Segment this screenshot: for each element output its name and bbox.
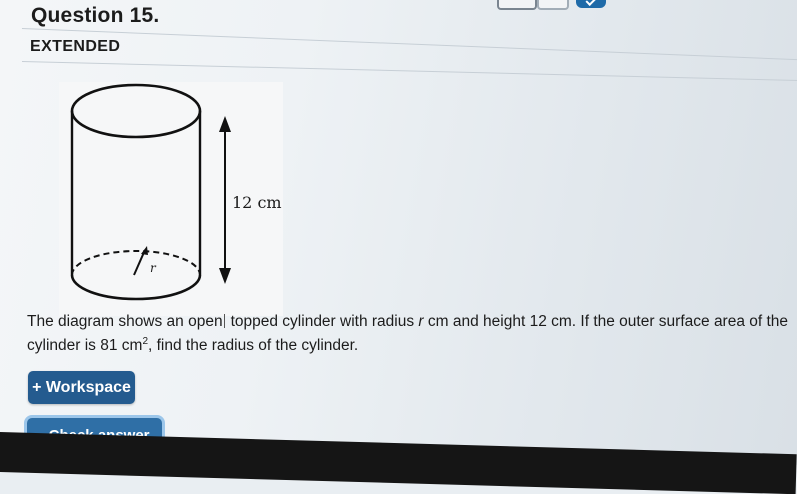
radius-arrowhead <box>141 246 148 255</box>
difficulty-tag: EXTENDED <box>30 38 121 55</box>
question-text-part: cm and height 12 cm. If the outer surfac… <box>423 313 789 330</box>
question-text-part: cylinder is 81 cm <box>27 337 143 355</box>
toolbar-box[interactable] <box>537 0 569 10</box>
checkmark-icon[interactable] <box>576 0 606 8</box>
question-text: The diagram shows an open topped cylinder… <box>27 312 797 356</box>
question-text-part: topped cylinder with radius <box>230 313 419 330</box>
question-line-1: The diagram shows an open topped cylinder… <box>27 312 797 332</box>
question-text-part: , find the radius of the cylinder. <box>148 337 359 355</box>
toolbar-box[interactable] <box>497 0 537 10</box>
cylinder-diagram: 12 cm r <box>59 82 283 316</box>
height-arrowhead-top <box>219 116 231 132</box>
height-label: 12 cm <box>232 193 282 212</box>
cylinder-bottom-front <box>70 274 202 301</box>
question-line-2: cylinder is 81 cm2, find the radius of t… <box>27 332 797 356</box>
cylinder-top-ellipse <box>70 83 202 139</box>
question-title: Question 15. <box>31 4 160 27</box>
question-text-part: The diagram shows an open <box>27 313 223 330</box>
height-arrowhead-bottom <box>219 268 231 284</box>
workspace-button[interactable]: + Workspace <box>28 371 135 404</box>
text-cursor-icon <box>223 314 230 328</box>
radius-label: r <box>150 261 156 275</box>
